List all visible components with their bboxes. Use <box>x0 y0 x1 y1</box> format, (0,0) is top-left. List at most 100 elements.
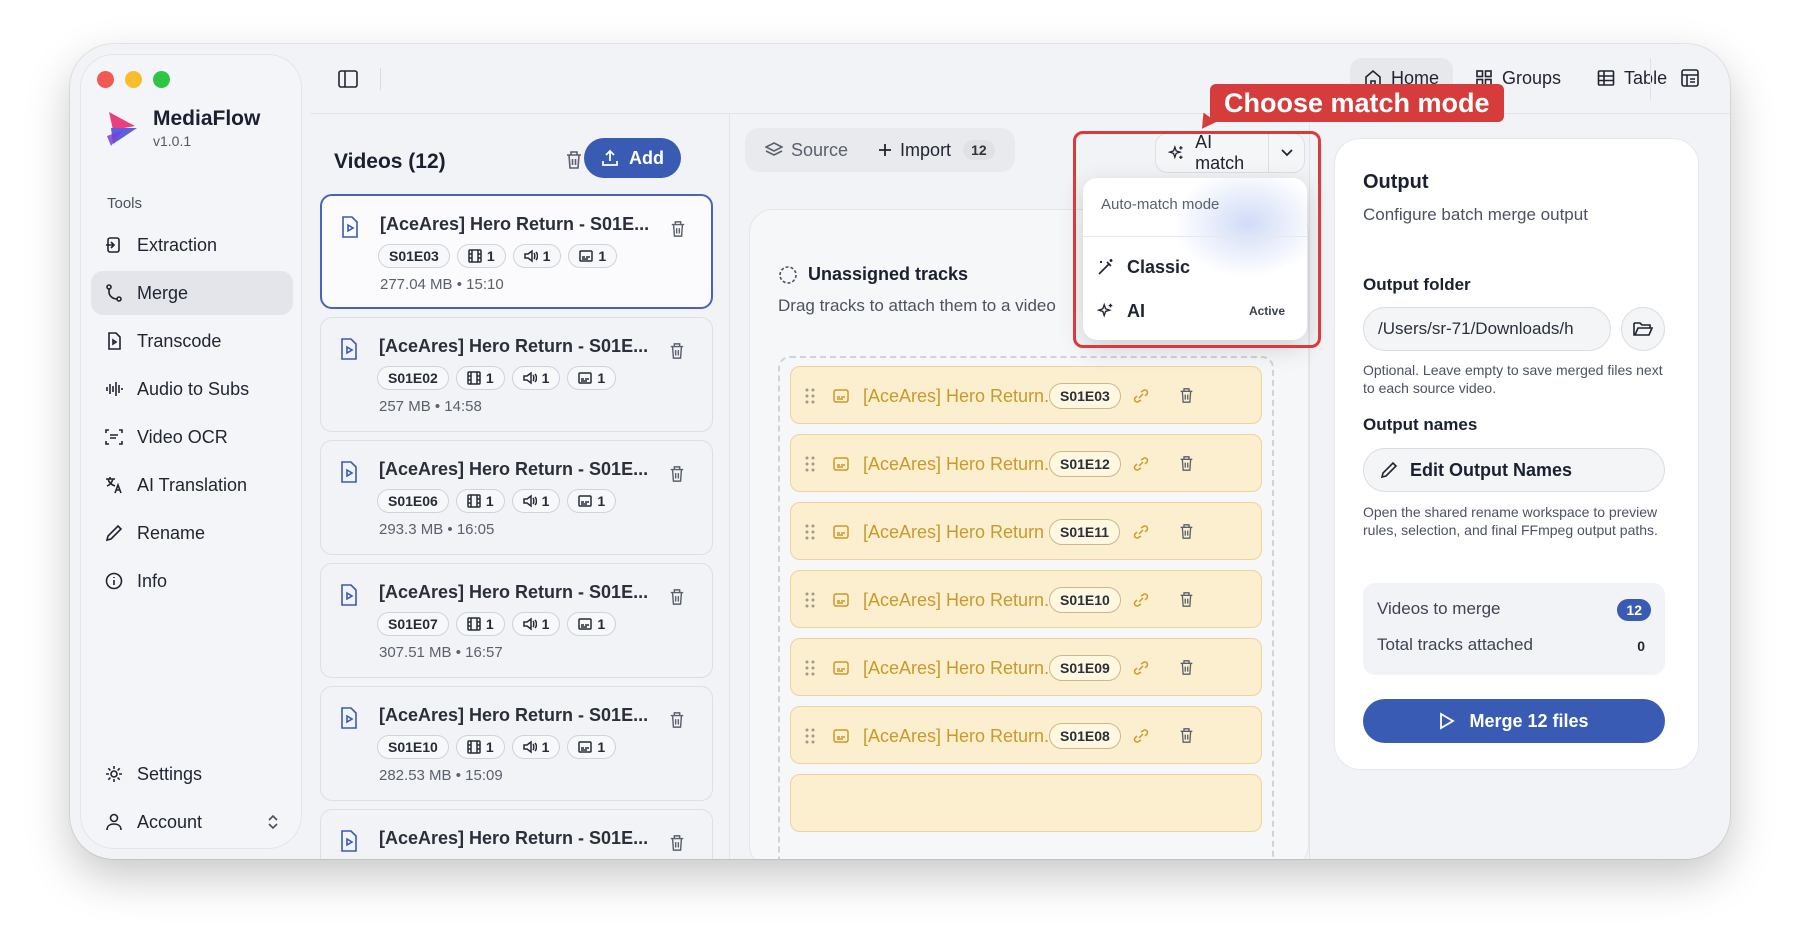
sidebar-item-extraction[interactable]: Extraction <box>91 223 293 267</box>
videos-to-merge-count: 12 <box>1617 599 1651 621</box>
episode-badge: S01E03 <box>1049 383 1121 409</box>
trash-icon[interactable] <box>1179 523 1194 540</box>
track-title: [AceAres] Hero Return ... <box>863 522 1065 542</box>
video-card[interactable]: [AceAres] Hero Return - S01E... S01E07 1… <box>320 563 713 678</box>
drag-handle-icon[interactable] <box>805 660 815 676</box>
duration: 14:58 <box>444 398 482 415</box>
unassigned-title: Unassigned tracks <box>808 264 969 284</box>
episode-badge: S01E12 <box>1049 451 1121 477</box>
import-count-badge: 12 <box>963 140 995 160</box>
subtitles-icon <box>578 741 593 753</box>
film-icon <box>468 249 482 263</box>
trash-icon[interactable] <box>670 220 686 238</box>
info-icon <box>105 572 123 590</box>
video-card[interactable]: [AceAres] Hero Return - S01E... S01E02 1… <box>320 317 713 432</box>
sidebar-item-transcode[interactable]: Transcode <box>91 319 293 363</box>
sidebar-item-merge[interactable]: Merge <box>91 271 293 315</box>
track-item[interactable]: [AceAres] Hero Return... S01E08 <box>790 706 1262 764</box>
trash-icon[interactable] <box>1179 387 1194 404</box>
trash-icon[interactable] <box>669 465 685 483</box>
audio-track-count: 1 <box>512 244 562 268</box>
trash-icon[interactable] <box>1179 455 1194 472</box>
app-window: MediaFlow v1.0.1 Tools Extraction Merge … <box>70 44 1730 859</box>
track-item[interactable]: [AceAres] Hero Return... S01E03 <box>790 366 1262 424</box>
trash-icon[interactable] <box>565 150 583 170</box>
track-dropzone[interactable]: [AceAres] Hero Return... S01E03 [AceAres… <box>778 356 1274 859</box>
trash-icon[interactable] <box>669 588 685 606</box>
video-track-count: 1 <box>455 612 505 636</box>
sidebar-item-label: Merge <box>137 282 189 303</box>
user-icon <box>106 813 122 831</box>
trash-icon[interactable] <box>669 342 685 360</box>
output-folder-input[interactable]: /Users/sr-71/Downloads/h <box>1363 307 1611 351</box>
video-card[interactable]: [AceAres] Hero Return - S01E... S01E03 1… <box>320 194 713 309</box>
video-card[interactable]: [AceAres] Hero Return - S01E... <box>320 809 713 859</box>
sidebar-item-rename[interactable]: Rename <box>91 511 293 555</box>
drag-handle-icon[interactable] <box>805 728 815 744</box>
gear-icon <box>106 766 122 782</box>
window-controls <box>97 71 170 88</box>
browse-folder-button[interactable] <box>1621 307 1665 351</box>
link-icon[interactable] <box>1133 456 1149 472</box>
merge-files-button[interactable]: Merge 12 files <box>1363 699 1665 743</box>
link-icon[interactable] <box>1133 524 1149 540</box>
sidebar-item-info[interactable]: Info <box>91 559 293 603</box>
drag-handle-icon[interactable] <box>805 456 815 472</box>
trash-icon[interactable] <box>669 834 685 852</box>
link-icon[interactable] <box>1133 388 1149 404</box>
track-item[interactable]: [AceAres] Hero Return ... S01E11 <box>790 502 1262 560</box>
episode-badge: S01E09 <box>1049 655 1121 681</box>
close-window-button[interactable] <box>97 71 114 88</box>
track-tags: S01E03 1 1 1 <box>378 244 618 268</box>
trash-icon[interactable] <box>669 711 685 729</box>
folder-open-icon <box>1633 322 1653 336</box>
drag-handle-icon[interactable] <box>805 524 815 540</box>
sidebar-item-video-ocr[interactable]: Video OCR <box>91 415 293 459</box>
trash-icon[interactable] <box>1179 659 1194 676</box>
tab-groups-label: Groups <box>1502 67 1562 88</box>
audio-wave-icon <box>106 382 123 396</box>
edit-output-names-button[interactable]: Edit Output Names <box>1363 448 1665 492</box>
trash-icon[interactable] <box>1179 727 1194 744</box>
import-button[interactable]: Import 12 <box>866 132 1007 168</box>
drag-handle-icon[interactable] <box>805 388 815 404</box>
panel-layout-icon[interactable] <box>1680 68 1700 88</box>
video-card[interactable]: [AceAres] Hero Return - S01E... S01E10 1… <box>320 686 713 801</box>
drag-handle-icon[interactable] <box>805 592 815 608</box>
source-button[interactable]: Source <box>753 132 860 168</box>
pencil-icon <box>1380 461 1398 479</box>
video-card[interactable]: [AceAres] Hero Return - S01E... S01E06 1… <box>320 440 713 555</box>
audio-track-count: 1 <box>511 366 561 390</box>
link-icon[interactable] <box>1133 660 1149 676</box>
track-item[interactable]: [AceAres] Hero Return... S01E09 <box>790 638 1262 696</box>
link-icon[interactable] <box>1133 592 1149 608</box>
file-size: 282.53 MB <box>379 767 452 784</box>
tracks-attached-count: 0 <box>1637 638 1645 654</box>
mediaflow-logo-icon <box>107 112 137 146</box>
sidebar-item-audio-to-subs[interactable]: Audio to Subs <box>91 367 293 411</box>
video-title: [AceAres] Hero Return - S01E... <box>379 582 649 602</box>
link-icon[interactable] <box>1133 728 1149 744</box>
sidebar-item-settings[interactable]: Settings <box>91 752 293 796</box>
subtitle-track-count: 1 <box>567 366 617 390</box>
subs-count: 1 <box>597 739 606 755</box>
subs-count: 1 <box>597 370 606 386</box>
duration: 15:09 <box>465 767 503 784</box>
video-meta: 282.53 MB • 15:09 <box>379 767 503 784</box>
video-meta: 257 MB • 14:58 <box>379 398 482 415</box>
video-file-icon <box>341 338 357 360</box>
minimize-window-button[interactable] <box>125 71 142 88</box>
sidebar-item-ai-translation[interactable]: AI Translation <box>91 463 293 507</box>
zoom-window-button[interactable] <box>153 71 170 88</box>
track-item[interactable]: [AceAres] Hero Return... S01E12 <box>790 434 1262 492</box>
track-item[interactable]: [AceAres] Hero Return... S01E10 <box>790 570 1262 628</box>
translate-icon <box>106 477 122 494</box>
track-item[interactable] <box>790 774 1262 832</box>
sidebar-item-account[interactable]: Account <box>91 800 293 844</box>
sidebar-toggle-icon[interactable] <box>338 70 358 88</box>
speaker-icon <box>523 249 538 263</box>
tab-table[interactable]: Table <box>1583 58 1681 98</box>
add-videos-button[interactable]: Add <box>584 138 681 178</box>
trash-icon[interactable] <box>1179 591 1194 608</box>
film-icon <box>467 371 481 385</box>
